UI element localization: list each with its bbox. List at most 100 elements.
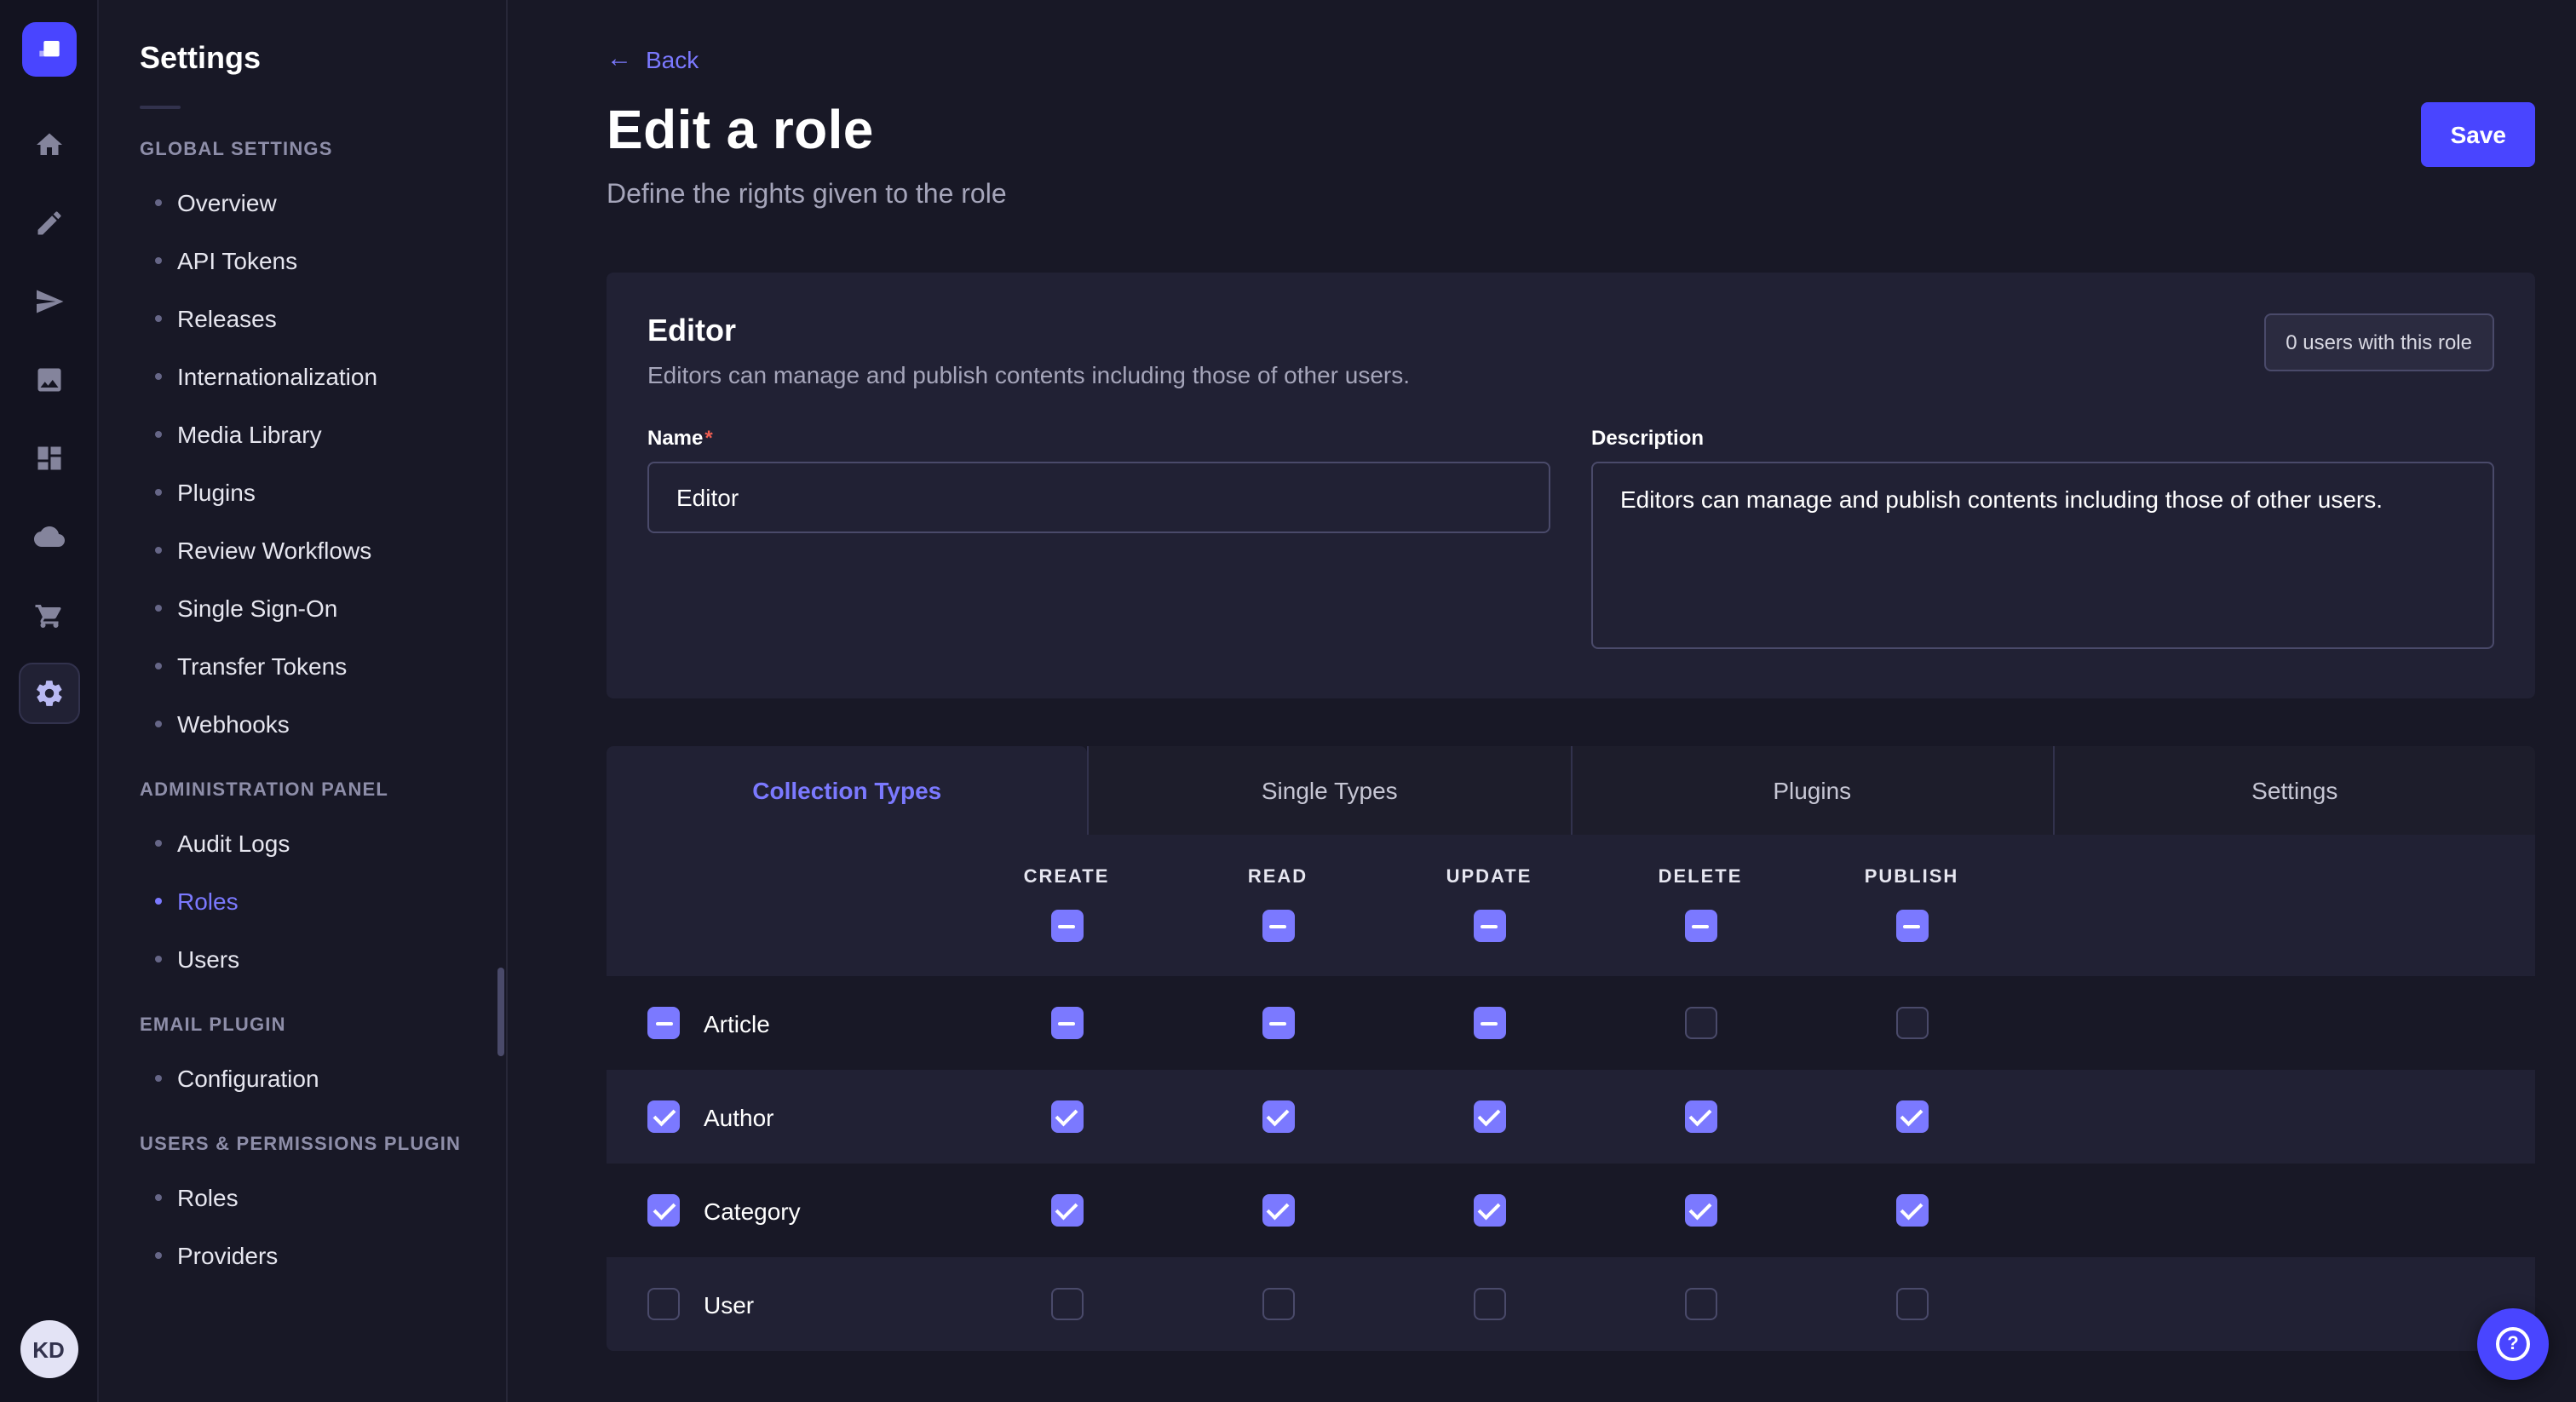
permission-checkbox-delete[interactable]	[1684, 1100, 1716, 1133]
releases-icon[interactable]	[18, 271, 79, 332]
sidebar-item-configuration[interactable]: Configuration	[99, 1049, 506, 1107]
sidebar-item-plugins[interactable]: Plugins	[99, 463, 506, 521]
sidebar-item-roles[interactable]: Roles	[99, 872, 506, 930]
column-label: UPDATE	[1446, 867, 1532, 888]
permission-checkbox-publish[interactable]	[1895, 1288, 1928, 1320]
save-button[interactable]: Save	[2422, 102, 2535, 167]
bullet-dot-icon	[155, 431, 162, 438]
permission-checkbox-delete[interactable]	[1684, 1007, 1716, 1039]
description-label: Description	[1591, 426, 2494, 450]
sidebar-item-api-tokens[interactable]: API Tokens	[99, 232, 506, 290]
permission-checkbox-update[interactable]	[1473, 1100, 1505, 1133]
back-link[interactable]: ← Back	[607, 45, 699, 72]
sidebar-item-providers[interactable]: Providers	[99, 1227, 506, 1284]
marketplace-icon[interactable]	[18, 584, 79, 646]
main-content: ← Back Edit a role Define the rights giv…	[508, 0, 2576, 1402]
sidebar-item-audit-logs[interactable]: Audit Logs	[99, 814, 506, 872]
nav-rail: KD	[0, 0, 99, 1402]
sidebar-item-single-sign-on[interactable]: Single Sign-On	[99, 579, 506, 637]
row-select-checkbox[interactable]	[647, 1100, 680, 1133]
content-type-builder-icon[interactable]	[18, 428, 79, 489]
permission-checkbox-read[interactable]	[1262, 1288, 1294, 1320]
column-label: DELETE	[1659, 867, 1743, 888]
sidebar-item-label: Roles	[177, 888, 239, 915]
select-all-update-checkbox[interactable]	[1473, 910, 1505, 942]
sidebar-item-label: Review Workflows	[177, 537, 371, 564]
help-button[interactable]: ?	[2477, 1308, 2549, 1380]
permission-checkbox-create[interactable]	[1050, 1194, 1083, 1227]
deploy-icon[interactable]	[18, 506, 79, 567]
sidebar-item-releases[interactable]: Releases	[99, 290, 506, 348]
bullet-dot-icon	[155, 489, 162, 496]
content-manager-icon[interactable]	[18, 192, 79, 254]
bullet-dot-icon	[155, 898, 162, 905]
sidebar-item-media-library[interactable]: Media Library	[99, 405, 506, 463]
permission-checkbox-update[interactable]	[1473, 1007, 1505, 1039]
user-avatar[interactable]: KD	[20, 1320, 78, 1378]
page-header-text: Edit a role Define the rights given to t…	[607, 99, 1007, 211]
permission-checkbox-create[interactable]	[1050, 1288, 1083, 1320]
permission-checkbox-read[interactable]	[1262, 1100, 1294, 1133]
permission-checkbox-update[interactable]	[1473, 1194, 1505, 1227]
home-icon[interactable]	[18, 114, 79, 175]
permission-checkbox-delete[interactable]	[1684, 1194, 1716, 1227]
sidebar-item-label: Providers	[177, 1242, 278, 1269]
permission-checkbox-read[interactable]	[1262, 1194, 1294, 1227]
sidebar-item-review-workflows[interactable]: Review Workflows	[99, 521, 506, 579]
role-details-card: Editor Editors can manage and publish co…	[607, 273, 2535, 698]
media-library-icon[interactable]	[18, 349, 79, 411]
description-field-group: Description Editors can manage and publi…	[1591, 426, 2494, 658]
select-all-create-checkbox[interactable]	[1050, 910, 1083, 942]
row-select-checkbox[interactable]	[647, 1194, 680, 1227]
sidebar-item-up-roles[interactable]: Roles	[99, 1169, 506, 1227]
bullet-dot-icon	[155, 547, 162, 554]
description-textarea[interactable]: Editors can manage and publish contents …	[1591, 462, 2494, 649]
sidebar-scrollbar-thumb[interactable]	[497, 968, 504, 1056]
permission-checkbox-create[interactable]	[1050, 1100, 1083, 1133]
permission-checkbox-read[interactable]	[1262, 1007, 1294, 1039]
sidebar-item-overview[interactable]: Overview	[99, 174, 506, 232]
column-create: CREATE	[961, 867, 1172, 942]
permission-checkbox-create[interactable]	[1050, 1007, 1083, 1039]
section-label: USERS & PERMISSIONS PLUGIN	[99, 1107, 506, 1169]
sidebar-item-transfer-tokens[interactable]: Transfer Tokens	[99, 637, 506, 695]
row-label: User	[704, 1290, 754, 1318]
settings-icon[interactable]	[18, 663, 79, 724]
column-update: UPDATE	[1383, 867, 1595, 942]
tab-plugins[interactable]: Plugins	[1570, 746, 2053, 835]
select-all-read-checkbox[interactable]	[1262, 910, 1294, 942]
select-all-publish-checkbox[interactable]	[1895, 910, 1928, 942]
row-label-cell: Article	[607, 1007, 961, 1039]
bullet-dot-icon	[155, 956, 162, 962]
sidebar-item-label: Roles	[177, 1184, 239, 1211]
sidebar-item-label: Plugins	[177, 479, 256, 506]
section-label: ADMINISTRATION PANEL	[99, 753, 506, 814]
permission-checkbox-delete[interactable]	[1684, 1288, 1716, 1320]
tab-collection-types[interactable]: Collection Types	[607, 746, 1088, 835]
strapi-logo[interactable]	[21, 22, 76, 77]
permission-checkbox-publish[interactable]	[1895, 1100, 1928, 1133]
sidebar-item-label: Overview	[177, 189, 277, 216]
sidebar-item-label: Users	[177, 945, 239, 973]
sidebar-item-internationalization[interactable]: Internationalization	[99, 348, 506, 405]
permission-checkbox-update[interactable]	[1473, 1288, 1505, 1320]
row-select-checkbox[interactable]	[647, 1007, 680, 1039]
role-card-titles: Editor Editors can manage and publish co…	[647, 313, 1410, 388]
sidebar-item-label: Webhooks	[177, 710, 290, 738]
row-select-checkbox[interactable]	[647, 1288, 680, 1320]
tab-settings[interactable]: Settings	[2053, 746, 2536, 835]
permission-checkbox-publish[interactable]	[1895, 1194, 1928, 1227]
name-input[interactable]	[647, 462, 1550, 533]
permission-checkbox-publish[interactable]	[1895, 1007, 1928, 1039]
back-arrow-icon: ←	[607, 46, 632, 72]
bullet-dot-icon	[155, 721, 162, 727]
table-row-category: Category	[607, 1164, 2535, 1257]
tab-single-types[interactable]: Single Types	[1088, 746, 1571, 835]
required-asterisk: *	[704, 426, 712, 450]
sidebar-item-label: Single Sign-On	[177, 595, 337, 622]
sidebar-item-users[interactable]: Users	[99, 930, 506, 988]
page-subtitle: Define the rights given to the role	[607, 181, 1007, 211]
sidebar-item-webhooks[interactable]: Webhooks	[99, 695, 506, 753]
bullet-dot-icon	[155, 1075, 162, 1082]
select-all-delete-checkbox[interactable]	[1684, 910, 1716, 942]
